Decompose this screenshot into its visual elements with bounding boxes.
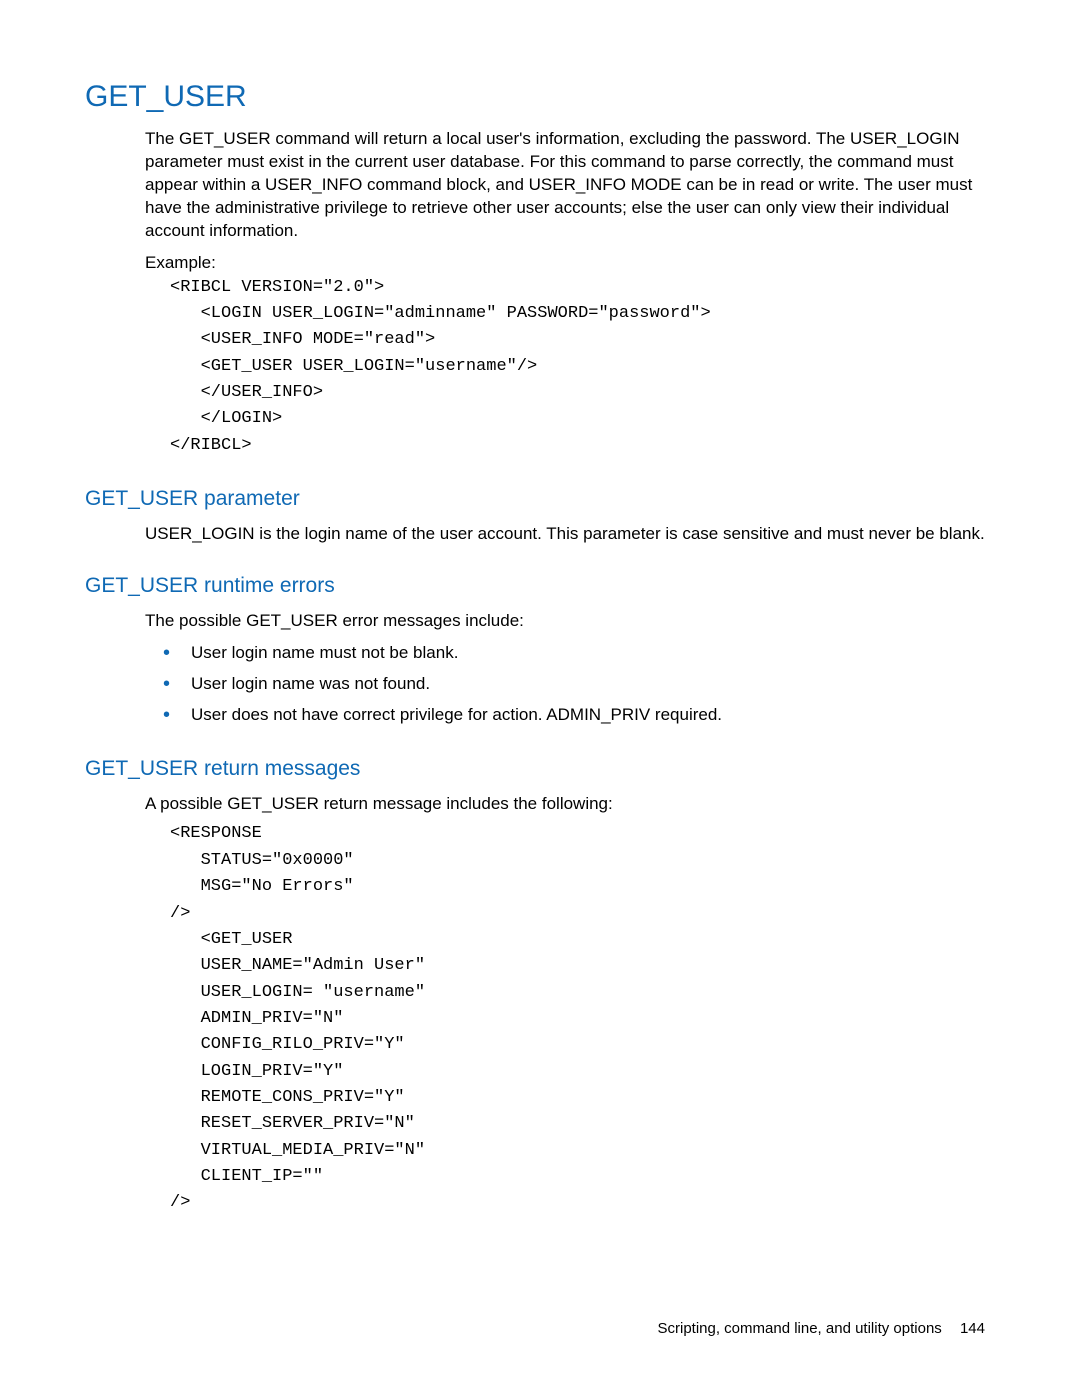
example-label: Example: [145, 253, 985, 273]
intro-block: The GET_USER command will return a local… [145, 128, 985, 459]
runtime-heading: GET_USER runtime errors [85, 574, 985, 598]
parameter-heading: GET_USER parameter [85, 487, 985, 511]
parameter-block: USER_LOGIN is the login name of the user… [145, 523, 985, 546]
list-item: User login name was not found. [155, 670, 985, 697]
intro-paragraph: The GET_USER command will return a local… [145, 128, 985, 243]
footer-text: Scripting, command line, and utility opt… [657, 1320, 941, 1337]
return-intro: A possible GET_USER return message inclu… [145, 793, 985, 816]
return-code: <RESPONSE STATUS="0x0000" MSG="No Errors… [170, 821, 985, 1216]
list-item: User login name must not be blank. [155, 639, 985, 666]
runtime-intro: The possible GET_USER error messages inc… [145, 610, 985, 633]
example-code: <RIBCL VERSION="2.0"> <LOGIN USER_LOGIN=… [170, 275, 985, 459]
runtime-error-list: User login name must not be blank. User l… [155, 639, 985, 729]
list-item: User does not have correct privilege for… [155, 701, 985, 728]
section-title: GET_USER [85, 80, 985, 114]
page-number: 144 [960, 1320, 985, 1337]
return-heading: GET_USER return messages [85, 757, 985, 781]
page-footer: Scripting, command line, and utility opt… [657, 1320, 985, 1337]
parameter-text: USER_LOGIN is the login name of the user… [145, 523, 985, 546]
runtime-block: The possible GET_USER error messages inc… [145, 610, 985, 729]
return-block: A possible GET_USER return message inclu… [145, 793, 985, 1217]
